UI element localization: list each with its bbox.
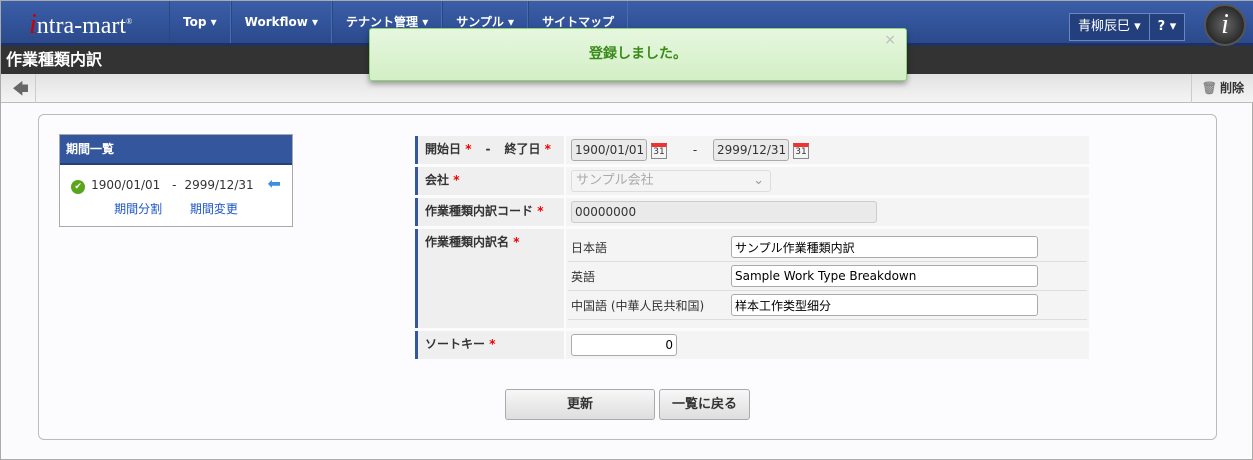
- lang-label: 日本語: [568, 233, 731, 262]
- menu-workflow[interactable]: Workflow ▾: [230, 1, 333, 43]
- period-sep: -: [172, 178, 177, 192]
- arrow-left-icon: 🡄: [12, 79, 29, 98]
- user-menu[interactable]: 青柳辰巳 ▾: [1070, 14, 1149, 40]
- check-icon: ✔: [71, 180, 86, 194]
- code-label: 作業種類内訳コード *: [415, 198, 564, 226]
- name-en-input[interactable]: [731, 265, 1038, 287]
- period-panel-title: 期間一覧: [60, 135, 292, 165]
- delete-label: 削除: [1219, 81, 1244, 95]
- lang-label: 英語: [568, 262, 731, 291]
- delete-button[interactable]: 🗑 削除: [1190, 74, 1244, 103]
- edit-form: 開始日 *-終了日 * 31 - 31 会社 * サンプル会社⌄ 作業種類内訳コ…: [415, 136, 1089, 362]
- intra-mart-logo[interactable]: intra-mart®: [29, 9, 132, 41]
- sort-label: ソートキー *: [415, 331, 564, 359]
- arrow-left-icon: ⬅: [267, 174, 281, 193]
- back-button[interactable]: 🡄: [6, 74, 36, 103]
- start-date-input[interactable]: [571, 139, 647, 161]
- name-zh-input[interactable]: [731, 294, 1038, 316]
- name-label: 作業種類内訳名 *: [415, 229, 564, 328]
- i-logo-icon[interactable]: i: [1204, 4, 1246, 46]
- update-button[interactable]: 更新: [505, 389, 655, 420]
- period-panel: 期間一覧 ✔ 1900/01/01 -2999/12/31 ⬅ 期間分割 期間変更: [59, 134, 293, 227]
- content-box: 期間一覧 ✔ 1900/01/01 -2999/12/31 ⬅ 期間分割 期間変更…: [38, 114, 1217, 440]
- lang-label: 中国語 (中華人民共和国): [568, 291, 731, 320]
- calendar-icon[interactable]: 31: [651, 142, 667, 159]
- chevron-down-icon: ⌄: [753, 173, 764, 188]
- back-to-list-button[interactable]: 一覧に戻る: [659, 389, 750, 420]
- close-icon[interactable]: ×: [884, 15, 896, 66]
- help-menu[interactable]: ? ▾: [1148, 14, 1185, 40]
- period-change-link[interactable]: 期間変更: [190, 202, 238, 216]
- company-label: 会社 *: [415, 167, 564, 195]
- success-toast: 登録しました。 ×: [369, 28, 907, 81]
- code-input[interactable]: [571, 201, 877, 223]
- sort-key-input[interactable]: [571, 334, 677, 356]
- calendar-icon[interactable]: 31: [793, 142, 809, 159]
- company-select[interactable]: サンプル会社 ⌄: [571, 170, 771, 192]
- menu-top[interactable]: Top ▾: [169, 1, 231, 43]
- period-item[interactable]: ✔ 1900/01/01 -2999/12/31 ⬅: [60, 174, 292, 194]
- end-date-input[interactable]: [713, 139, 789, 161]
- toast-message: 登録しました。: [589, 46, 687, 62]
- date-label: 開始日 * - 終了日 *: [415, 136, 564, 164]
- period-end: 2999/12/31: [184, 178, 254, 192]
- trash-icon: 🗑: [1201, 81, 1217, 95]
- period-start: 1900/01/01: [91, 178, 161, 192]
- name-ja-input[interactable]: [731, 236, 1038, 258]
- period-split-link[interactable]: 期間分割: [114, 202, 162, 216]
